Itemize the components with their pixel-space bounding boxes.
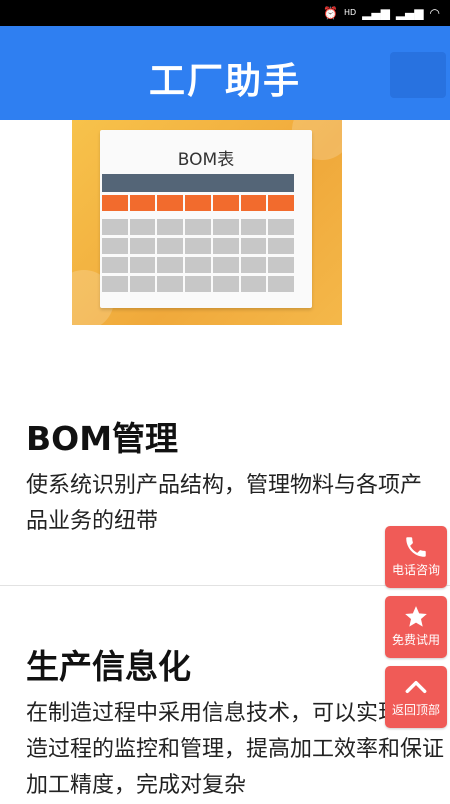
fab-label: 返回顶部 [391, 703, 440, 717]
signal-icon: ▂▄▆ [362, 6, 390, 20]
phone-icon [406, 537, 426, 557]
table-row [102, 257, 295, 273]
wifi-icon: ◠ [429, 6, 440, 20]
fab-label: 电话咨询 [391, 563, 440, 577]
alarm-icon: ⏰ [323, 6, 338, 20]
back-to-top-button[interactable]: 返回顶部 [385, 666, 447, 728]
table-header-orange [102, 195, 295, 211]
section-heading: 生产信息化 [26, 647, 191, 686]
status-icons: ⏰ HD ▂▄▆ ▂▄▆ ◠ [323, 3, 440, 23]
bom-illustration-table [102, 174, 295, 295]
header-menu-button[interactable] [390, 52, 446, 98]
section-heading: BOM管理 [26, 419, 179, 458]
signal-icon-2: ▂▄▆ [395, 6, 424, 20]
hero-banner: BOM表 [72, 120, 342, 325]
status-bar: ⏰ HD ▂▄▆ ▂▄▆ ◠ [0, 0, 450, 26]
star-icon [405, 606, 427, 627]
section-body: 在制造过程中采用信息技术，可以实现对制造过程的监控和管理，提高加工效率和保证加工… [26, 701, 445, 798]
app-header: 工厂助手 [0, 26, 450, 120]
bom-illustration-title: BOM表 [177, 150, 235, 170]
table-row [102, 238, 295, 254]
divider [0, 585, 450, 586]
page-title: 工厂助手 [148, 61, 301, 102]
section-production: 生产信息化 在制造过程中采用信息技术，可以实现对制造过程的监控和管理，提高加工效… [26, 640, 446, 804]
section-bom: BOM管理 使系统识别产品结构，管理物料与各项产品业务的纽带 [26, 412, 436, 540]
table-header-dark [102, 174, 294, 192]
section-body: 使系统识别产品结构，管理物料与各项产品业务的纽带 [26, 473, 423, 534]
phone-consult-button[interactable]: 电话咨询 [385, 526, 447, 588]
table-row [102, 276, 295, 292]
table-row [102, 219, 295, 235]
chevron-up-icon [405, 680, 427, 694]
free-trial-button[interactable]: 免费试用 [385, 596, 447, 658]
fab-label: 免费试用 [391, 633, 440, 647]
network-type-label: HD [343, 8, 357, 17]
